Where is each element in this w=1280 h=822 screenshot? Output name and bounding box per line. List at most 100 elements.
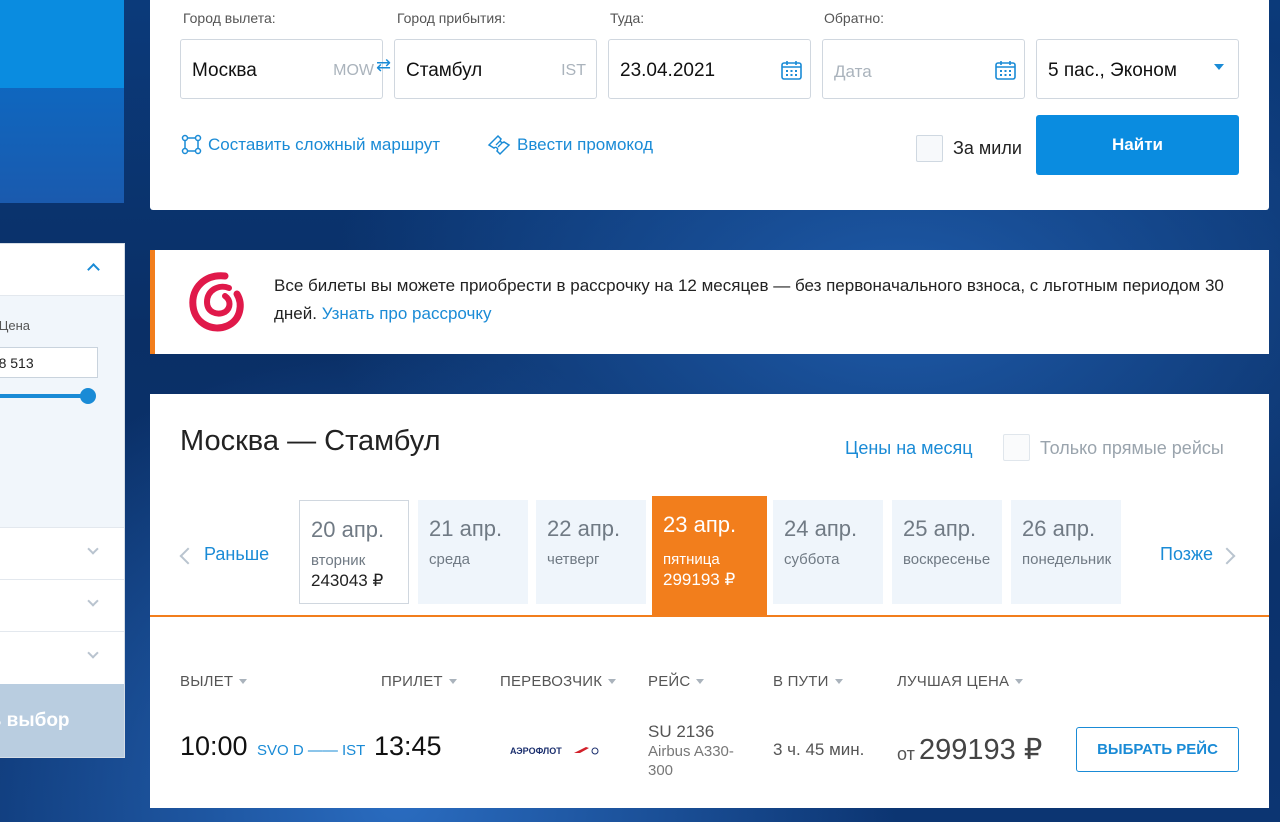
- sort-arrival-label: ПРИЛЕТ: [381, 673, 443, 690]
- miles-label: За мили: [953, 138, 1022, 158]
- calendar-icon[interactable]: [781, 60, 802, 80]
- airport-codes: SVO D —— IST: [257, 742, 366, 759]
- miles-checkbox[interactable]: [916, 135, 943, 162]
- sort-arrow-icon: [834, 679, 843, 684]
- depart-date-field[interactable]: 23.04.2021: [608, 39, 811, 99]
- swap-arrows-icon[interactable]: ⇄: [376, 55, 391, 76]
- direct-only-label: Только прямые рейсы: [1040, 438, 1224, 458]
- flight-duration: 3 ч. 45 мин.: [773, 740, 865, 759]
- sort-arrow-icon: [696, 679, 705, 684]
- complex-route-label: Составить сложный маршрут: [208, 134, 441, 154]
- day-weekday: понедельник: [1022, 551, 1112, 568]
- day-weekday: среда: [429, 551, 470, 568]
- installment-banner: Все билеты вы можете приобрести в рассро…: [150, 250, 1269, 354]
- price-slider-handle[interactable]: [80, 388, 96, 404]
- day-weekday: четверг: [547, 551, 600, 568]
- earlier-button[interactable]: Раньше: [179, 544, 270, 565]
- filter-header[interactable]: [0, 244, 124, 296]
- route-icon: [181, 134, 202, 155]
- day-tab[interactable]: 26 апр. понедельник: [1011, 500, 1121, 604]
- day-tab[interactable]: 21 апр. среда: [418, 500, 528, 604]
- day-weekday: суббота: [784, 551, 840, 568]
- day-date: 23 апр.: [663, 512, 737, 537]
- sort-arrow-icon: [239, 679, 248, 684]
- price-max-input[interactable]: 328 513: [0, 347, 98, 378]
- return-date-placeholder: Дата: [834, 62, 872, 81]
- day-weekday: вторник: [311, 552, 366, 569]
- price-max-value: 328 513: [0, 355, 34, 371]
- complex-route-link[interactable]: Составить сложный маршрут: [181, 134, 440, 155]
- installment-link[interactable]: Узнать про рассрочку: [322, 304, 492, 323]
- departure-time: 10:00: [180, 731, 248, 761]
- day-tab[interactable]: 20 апр. вторник 243043 ₽: [299, 500, 409, 604]
- dropdown-arrow-icon: [1214, 64, 1224, 70]
- to-label: Город прибытия:: [397, 10, 506, 26]
- find-button[interactable]: Найти: [1036, 115, 1239, 175]
- chevron-up-icon[interactable]: [87, 263, 100, 276]
- sort-price[interactable]: ЛУЧШАЯ ЦЕНА: [897, 673, 1024, 690]
- arrival-time: 13:45: [374, 731, 442, 761]
- day-date: 25 апр.: [903, 516, 977, 541]
- day-tab-selected[interactable]: 23 апр. пятница 299193 ₽: [652, 496, 767, 616]
- depart-date-value: 23.04.2021: [620, 60, 716, 81]
- sort-arrow-icon: [608, 679, 617, 684]
- left-image-block: [0, 88, 124, 203]
- day-date: 22 апр.: [547, 516, 621, 541]
- select-flight-button[interactable]: ВЫБРАТЬ РЕЙС: [1076, 727, 1239, 772]
- sort-duration-label: В ПУТИ: [773, 673, 829, 690]
- earlier-label: Раньше: [204, 544, 270, 564]
- filter-section-1[interactable]: [0, 527, 124, 579]
- depart-label: Туда:: [610, 10, 645, 26]
- from-city-code: MOW: [333, 62, 374, 79]
- day-tab[interactable]: 24 апр. суббота: [773, 500, 883, 604]
- direct-only-checkbox[interactable]: [1003, 434, 1030, 461]
- return-date-field[interactable]: Дата: [822, 39, 1025, 99]
- reset-filters-button[interactable]: Сбросить выбор: [0, 684, 124, 757]
- sort-duration[interactable]: В ПУТИ: [773, 673, 843, 690]
- day-price: 299193 ₽: [663, 570, 736, 589]
- promo-code-link[interactable]: Ввести промокод: [487, 134, 653, 156]
- filter-section-2[interactable]: [0, 579, 124, 631]
- installment-logo-icon: [189, 272, 244, 332]
- sort-carrier[interactable]: ПЕРЕВОЗЧИК: [500, 673, 617, 690]
- from-city-value: Москва: [192, 60, 257, 81]
- day-date: 21 апр.: [429, 516, 503, 541]
- day-weekday: воскресенье: [903, 551, 991, 568]
- chevron-right-icon: [1218, 547, 1236, 564]
- filter-section-3[interactable]: [0, 631, 124, 683]
- aircraft-type: Airbus A330-300: [648, 743, 734, 779]
- price-slider-track[interactable]: [0, 394, 88, 398]
- sort-price-label: ЛУЧШАЯ ЦЕНА: [897, 673, 1010, 690]
- month-prices-link[interactable]: Цены на месяц: [845, 438, 973, 459]
- price-filter-label: Цена, ₽: [0, 318, 30, 333]
- chevron-down-icon[interactable]: [87, 595, 99, 607]
- chevron-down-icon[interactable]: [87, 543, 99, 555]
- return-label: Обратно:: [824, 10, 884, 26]
- results-card: Москва — Стамбул Цены на месяц Только пр…: [150, 394, 1269, 808]
- search-form: Город вылета: Город прибытия: Туда: Обра…: [150, 0, 1269, 210]
- sort-flight-label: РЕЙС: [648, 673, 691, 690]
- carrier-name: АЭРОФЛОТ: [510, 746, 562, 756]
- from-city-field[interactable]: Москва MOW: [180, 39, 383, 99]
- installment-text: Все билеты вы можете приобрести в рассро…: [274, 272, 1249, 328]
- passengers-select[interactable]: 5 пас., Эконом: [1036, 39, 1239, 99]
- sort-carrier-label: ПЕРЕВОЗЧИК: [500, 673, 603, 690]
- from-label: Город вылета:: [183, 10, 276, 26]
- sort-arrow-icon: [448, 679, 457, 684]
- to-city-code: IST: [561, 62, 586, 79]
- sort-flight[interactable]: РЕЙС: [648, 673, 705, 690]
- date-strip-divider: [150, 615, 1269, 617]
- sort-arrow-icon: [1015, 679, 1024, 684]
- later-button[interactable]: Позже: [1160, 544, 1236, 565]
- to-city-value: Стамбул: [406, 60, 483, 81]
- to-city-field[interactable]: Стамбул IST: [394, 39, 597, 99]
- day-tab[interactable]: 22 апр. четверг: [536, 500, 646, 604]
- price-prefix: от: [897, 744, 915, 764]
- ticket-icon: [487, 134, 511, 156]
- chevron-down-icon[interactable]: [87, 647, 99, 659]
- day-tab[interactable]: 25 апр. воскресенье: [892, 500, 1002, 604]
- sort-departure[interactable]: ВЫЛЕТ: [180, 673, 248, 690]
- promo-code-label: Ввести промокод: [517, 135, 654, 154]
- calendar-icon[interactable]: [995, 60, 1016, 80]
- sort-arrival[interactable]: ПРИЛЕТ: [381, 673, 457, 690]
